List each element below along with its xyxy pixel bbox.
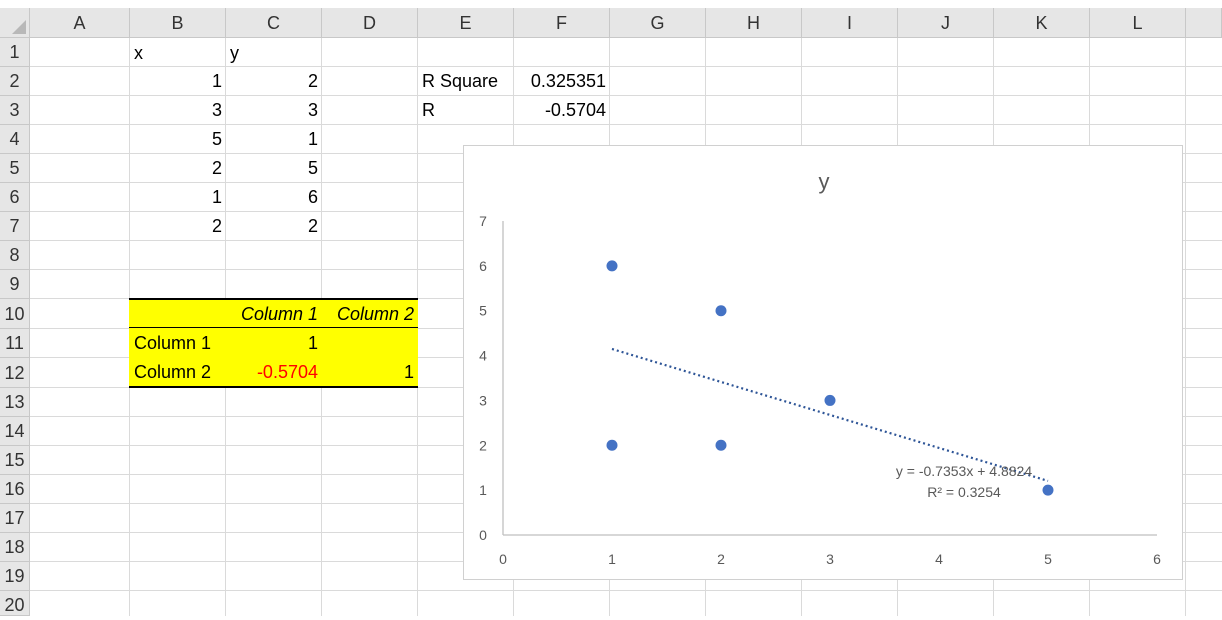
x-tick-label: 2: [717, 551, 725, 567]
row-header-7[interactable]: 7: [0, 212, 30, 241]
corr-value-r1c1[interactable]: 1: [226, 329, 322, 358]
data-point: [1042, 484, 1054, 496]
corr-header-column-2[interactable]: Column 2: [322, 300, 418, 329]
row-header-15[interactable]: 15: [0, 446, 30, 475]
chart-axes: 0 1 2 3 4 5 6 0 1 2 3 4 5 6 7: [479, 213, 1161, 567]
row-header-14[interactable]: 14: [0, 417, 30, 446]
row-header-10[interactable]: 10: [0, 299, 30, 329]
column-header-l[interactable]: L: [1090, 8, 1186, 38]
cell-b2[interactable]: 1: [130, 67, 226, 96]
cell-c4[interactable]: 1: [226, 125, 322, 154]
cell-e2[interactable]: R Square: [418, 67, 514, 96]
y-tick-label: 1: [479, 482, 487, 498]
column-header-i[interactable]: I: [802, 8, 898, 38]
corr-value-r2c2[interactable]: 1: [322, 358, 418, 387]
cell-f2[interactable]: 0.325351: [514, 67, 610, 96]
data-point: [606, 260, 618, 272]
x-tick-label: 1: [608, 551, 616, 567]
row-header-6[interactable]: 6: [0, 183, 30, 212]
cell-b4[interactable]: 5: [130, 125, 226, 154]
cell-b5[interactable]: 2: [130, 154, 226, 183]
row-header-18[interactable]: 18: [0, 533, 30, 562]
y-tick-label: 6: [479, 258, 487, 274]
x-tick-label: 0: [499, 551, 507, 567]
cell-e3[interactable]: R: [418, 96, 514, 125]
trendline: [611, 347, 1049, 482]
row-header-17[interactable]: 17: [0, 504, 30, 533]
column-header-overflow[interactable]: [1186, 8, 1222, 38]
corr-row-label-2[interactable]: Column 2: [130, 358, 226, 387]
cell-b6[interactable]: 1: [130, 183, 226, 212]
cell-f3[interactable]: -0.5704: [514, 96, 610, 125]
row-header-12[interactable]: 12: [0, 358, 30, 388]
row-header-13[interactable]: 13: [0, 388, 30, 417]
row-header-9[interactable]: 9: [0, 270, 30, 299]
y-tick-label: 0: [479, 527, 487, 543]
column-header-h[interactable]: H: [706, 8, 802, 38]
row-header-3[interactable]: 3: [0, 96, 30, 125]
column-header-d[interactable]: D: [322, 8, 418, 38]
corr-value-r2c1[interactable]: -0.5704: [226, 358, 322, 387]
data-point: [715, 439, 727, 451]
corr-header-column-1[interactable]: Column 1: [226, 300, 322, 329]
chart-title: y: [819, 169, 830, 194]
row-header-11[interactable]: 11: [0, 329, 30, 358]
row-header-16[interactable]: 16: [0, 475, 30, 504]
chart-trendline: [611, 347, 1049, 482]
cell-c6[interactable]: 6: [226, 183, 322, 212]
column-header-a[interactable]: A: [30, 8, 130, 38]
data-point: [824, 394, 836, 406]
scatter-chart[interactable]: y 012345601234567 y = -0.7353x + 4.8824 …: [463, 145, 1183, 580]
column-header-g[interactable]: G: [610, 8, 706, 38]
chart-points: [606, 260, 1054, 496]
select-all-button[interactable]: [0, 8, 30, 38]
gridline: [30, 590, 1222, 591]
row-header-20[interactable]: 20: [0, 591, 30, 616]
row-header-4[interactable]: 4: [0, 125, 30, 154]
scatter-chart-svg: y 0 1 2 3 4 5 601234567 y = -0.7353x + 4.8824 …: [479, 169, 1161, 567]
row-header-2[interactable]: 2: [0, 67, 30, 96]
cell-c1[interactable]: y: [226, 40, 322, 67]
y-tick-label: 4: [479, 348, 487, 364]
x-tick-label: 6: [1153, 551, 1161, 567]
data-point: [606, 439, 618, 451]
cell-b1[interactable]: x: [130, 40, 226, 67]
y-tick-label: 5: [479, 303, 487, 319]
cell-c5[interactable]: 5: [226, 154, 322, 183]
trendline-r2-label: R² = 0.3254: [927, 484, 1001, 500]
corr-row-label-1[interactable]: Column 1: [130, 329, 226, 358]
cell-c2[interactable]: 2: [226, 67, 322, 96]
column-header-b[interactable]: B: [130, 8, 226, 38]
row-header-5[interactable]: 5: [0, 154, 30, 183]
column-header-e[interactable]: E: [418, 8, 514, 38]
select-all-triangle-icon: [12, 20, 26, 34]
cell-c3[interactable]: 3: [226, 96, 322, 125]
column-header-c[interactable]: C: [226, 8, 322, 38]
row-header-1[interactable]: 1: [0, 38, 30, 67]
column-header-j[interactable]: J: [898, 8, 994, 38]
column-header-f[interactable]: F: [514, 8, 610, 38]
data-point: [715, 305, 727, 317]
x-tick-label: 3: [826, 551, 834, 567]
x-tick-label: 4: [935, 551, 943, 567]
y-tick-label: 7: [479, 213, 487, 229]
column-header-k[interactable]: K: [994, 8, 1090, 38]
trendline-equation-label: y = -0.7353x + 4.8824: [896, 463, 1032, 479]
spreadsheet-grid: A B C D E F G H I J K L 1 2 3 4 5 6 7 8 …: [0, 0, 1222, 616]
x-tick-label: 5: [1044, 551, 1052, 567]
cell-b3[interactable]: 3: [130, 96, 226, 125]
y-tick-label: 3: [479, 392, 487, 408]
cell-c7[interactable]: 2: [226, 212, 322, 241]
row-header-8[interactable]: 8: [0, 241, 30, 270]
cell-b7[interactable]: 2: [130, 212, 226, 241]
y-tick-label: 2: [479, 437, 487, 453]
row-header-19[interactable]: 19: [0, 562, 30, 591]
